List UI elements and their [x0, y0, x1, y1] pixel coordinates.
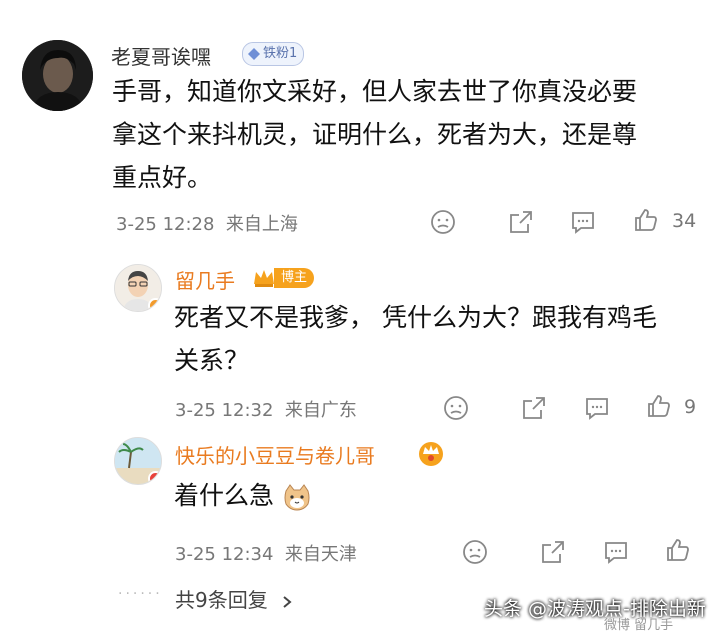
- like-icon[interactable]: [665, 537, 691, 563]
- avatar-reply-2[interactable]: [114, 437, 162, 485]
- reply1-like-count: 9: [684, 396, 697, 418]
- watermark-small: 微博 留几手: [604, 618, 674, 633]
- verified-badge-icon: [148, 471, 161, 484]
- reply2-time: 3-25 12:34: [175, 544, 274, 565]
- main-comment-time: 3-25 12:28: [116, 214, 215, 235]
- reply2-username[interactable]: 快乐的小豆豆与卷儿哥: [175, 440, 375, 469]
- main-comment-location: 来自上海: [225, 214, 298, 235]
- thread-dots: ······: [118, 586, 163, 602]
- comment-icon[interactable]: [603, 539, 629, 565]
- main-comment-username[interactable]: 老夏哥诶嘿: [111, 41, 211, 70]
- fan-level-badge: 铁粉1: [242, 42, 305, 66]
- avatar-main-comment[interactable]: [22, 40, 93, 111]
- share-icon[interactable]: [540, 539, 566, 565]
- reply1-meta: 3-25 12:32 来自广东: [175, 396, 357, 422]
- reply1-text: 死者又不是我爹， 凭什么为大？跟我有鸡毛 关系？: [174, 296, 657, 382]
- dislike-icon[interactable]: [443, 395, 469, 421]
- verified-badge-icon: [148, 298, 161, 311]
- diamond-icon: [248, 48, 260, 60]
- reply1-location: 来自广东: [284, 400, 357, 421]
- main-comment-line: 手哥，知道你文采好，但人家去世了你真没必要: [112, 77, 638, 106]
- more-replies-link[interactable]: 共9条回复: [175, 584, 294, 613]
- host-badge: 博主: [252, 266, 315, 290]
- main-comment-line: 拿这个来抖机灵，证明什么，死者为大，还是尊: [112, 120, 638, 149]
- main-comment-meta: 3-25 12:28 来自上海: [116, 210, 298, 236]
- crown-icon: [254, 270, 274, 287]
- reply1-line: 死者又不是我爹， 凭什么为大？跟我有鸡毛: [174, 303, 657, 332]
- reply1-line: 关系？: [174, 346, 250, 375]
- fan-badge-label: 铁粉1: [263, 46, 298, 61]
- crown-icon: [419, 442, 443, 466]
- reply1-username[interactable]: 留几手: [175, 265, 235, 294]
- share-icon[interactable]: [521, 395, 547, 421]
- main-comment-line: 重点好。: [112, 163, 213, 192]
- like-icon[interactable]: [646, 393, 672, 419]
- reply2-text: 着什么急: [174, 481, 275, 510]
- main-comment-text: 手哥，知道你文采好，但人家去世了你真没必要 拿这个来抖机灵，证明什么，死者为大，…: [112, 70, 637, 199]
- chevron-right-icon: [283, 595, 292, 608]
- main-like-count: 34: [672, 210, 697, 232]
- dislike-icon[interactable]: [462, 539, 488, 565]
- share-icon[interactable]: [508, 209, 534, 235]
- avatar-reply-1[interactable]: [114, 264, 162, 312]
- like-icon[interactable]: [633, 207, 659, 233]
- reply2-location: 来自天津: [284, 544, 357, 565]
- reply2-meta: 3-25 12:34 来自天津: [175, 540, 357, 566]
- comment-icon[interactable]: [584, 395, 610, 421]
- reply1-time: 3-25 12:32: [175, 400, 274, 421]
- more-replies-label: 共9条回复: [175, 588, 268, 612]
- dislike-icon[interactable]: [430, 209, 456, 235]
- comment-icon[interactable]: [570, 209, 596, 235]
- cat-emoji-icon: [284, 484, 310, 511]
- host-badge-label: 博主: [274, 268, 315, 288]
- reply2-text-row: 着什么急: [174, 474, 312, 517]
